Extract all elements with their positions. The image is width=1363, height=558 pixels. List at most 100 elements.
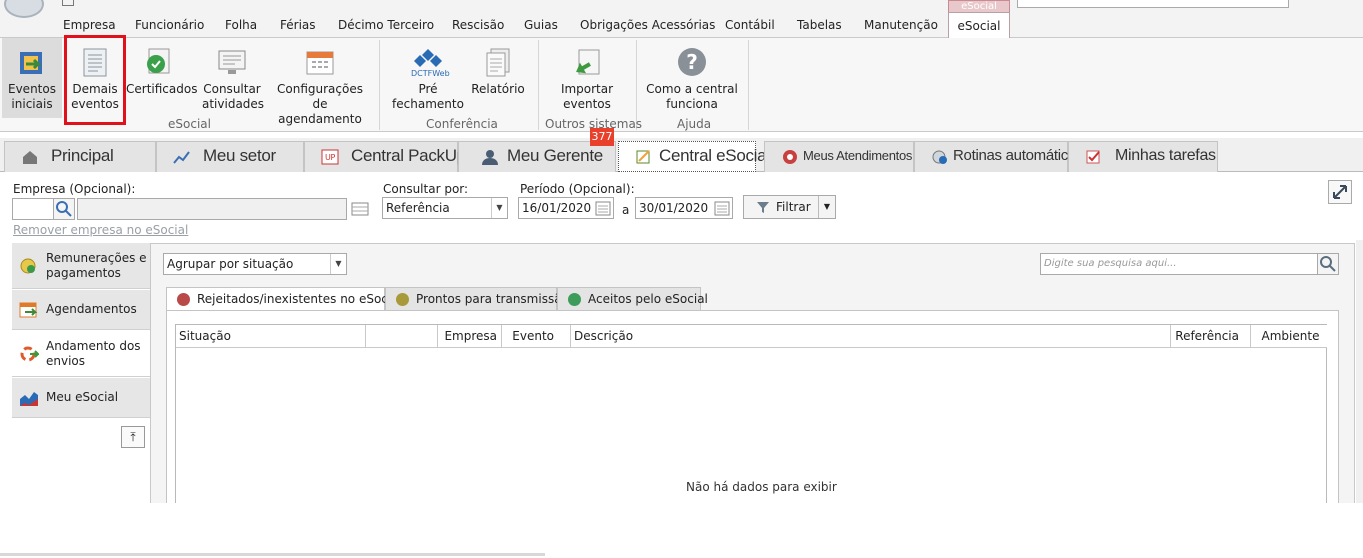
menu-esocial[interactable]: eSocial: [948, 12, 1010, 39]
filtrar-button[interactable]: Filtrar ▼: [743, 195, 836, 219]
consultar-select[interactable]: Referência ▼: [382, 197, 508, 219]
menu-obrigacoes[interactable]: Obrigações Acessórias: [580, 18, 715, 32]
tab-principal[interactable]: Principal: [4, 141, 156, 172]
column-blank[interactable]: [366, 325, 438, 348]
calendar-icon[interactable]: [593, 198, 613, 218]
periodo-label: Período (Opcional):: [520, 182, 635, 196]
menu-empresa[interactable]: Empresa: [63, 18, 116, 32]
remover-empresa-link[interactable]: Remover empresa no eSocial: [13, 223, 188, 237]
group-separator: [538, 40, 539, 130]
app-logo-icon[interactable]: [4, 0, 44, 18]
table-icon[interactable]: [350, 200, 370, 218]
notification-badge: 377: [590, 128, 614, 146]
configuracoes-agendamento-button[interactable]: Configurações de agendamento: [272, 38, 368, 126]
relatorio-button[interactable]: Relatório: [470, 38, 526, 118]
agrupar-select[interactable]: Agrupar por situação ▼: [163, 253, 347, 275]
tab-meus-atendimentos-label: Meus Atendimentos: [803, 148, 913, 163]
calendar-icon[interactable]: [712, 198, 732, 218]
calendar-arrow-icon: [19, 302, 38, 317]
tab-central-esocial[interactable]: Central eSocial: [618, 141, 770, 172]
nav-agendamentos[interactable]: Agendamentos: [12, 290, 150, 330]
certificate-icon: [147, 48, 170, 74]
tab-meu-setor[interactable]: Meu setor: [156, 141, 304, 172]
column-empresa[interactable]: Empresa: [438, 325, 502, 348]
group-separator: [748, 40, 749, 130]
bottom-area: [0, 503, 1363, 558]
area-chart-icon: [20, 391, 38, 406]
search-input[interactable]: Digite sua pesquisa aqui...: [1040, 253, 1318, 275]
tab-rejeitados[interactable]: Rejeitados/inexistentes no eSocial: [166, 287, 402, 311]
date-to-input[interactable]: 30/01/2020: [635, 197, 733, 219]
report-icon: [486, 48, 510, 77]
esocial-icon: [636, 150, 650, 164]
menu-contabil[interactable]: Contábil: [725, 18, 775, 32]
group-label-ajuda: Ajuda: [677, 117, 712, 131]
menu-tabelas[interactable]: Tabelas: [797, 18, 842, 32]
date-to-value: 30/01/2020: [639, 201, 709, 215]
gear-clock-icon: [932, 150, 947, 164]
collapse-panel-button[interactable]: ⤒: [121, 426, 145, 448]
date-from-value: 16/01/2020: [522, 201, 592, 215]
nav-andamento-envios-label: Andamento dos envios: [46, 338, 141, 368]
filtrar-label: Filtrar: [776, 200, 811, 214]
status-dot-yellow: [396, 293, 409, 306]
empresa-search-button[interactable]: [53, 198, 75, 220]
tab-central-esocial-label: Central eSocial: [659, 146, 770, 165]
nav-meu-esocial[interactable]: Meu eSocial: [12, 378, 150, 418]
nav-remuneracoes-label: Remunerações e pagamentos: [46, 250, 147, 280]
tab-prontos-label: Prontos para transmissão: [416, 292, 569, 306]
importar-eventos-label: Importar eventos: [560, 82, 614, 111]
column-ambiente[interactable]: Ambiente: [1251, 325, 1327, 348]
tab-minhas-tarefas[interactable]: Minhas tarefas: [1068, 141, 1218, 172]
top-search-input[interactable]: [1017, 0, 1289, 8]
expand-button[interactable]: [1328, 180, 1352, 204]
column-evento[interactable]: Evento: [502, 325, 571, 348]
certificados-button[interactable]: Certificados: [126, 38, 197, 118]
menu-manutencao[interactable]: Manutenção: [864, 18, 938, 32]
nav-meu-esocial-label: Meu eSocial: [46, 390, 119, 404]
events-grid: Situação Empresa Evento Descrição Referê…: [175, 324, 1327, 506]
svg-text:?: ?: [686, 50, 698, 74]
bottom-scroll-track: [0, 553, 545, 556]
tab-central-packup[interactable]: UP Central PackUp: [304, 141, 466, 172]
main-tabs: Principal Meu setor UP Central PackUp Me…: [0, 138, 1363, 172]
como-funciona-button[interactable]: ? Como a central funciona: [646, 38, 738, 118]
tab-aceitos[interactable]: Aceitos pelo eSocial: [557, 287, 708, 311]
group-label-esocial: eSocial: [168, 117, 211, 131]
importar-eventos-button[interactable]: Importar eventos: [556, 38, 618, 118]
menu-guias[interactable]: Guias: [524, 18, 558, 32]
menu-folha[interactable]: Folha: [225, 18, 257, 32]
tab-prontos[interactable]: Prontos para transmissão: [385, 287, 569, 311]
consultar-atividades-button[interactable]: Consultar atividades: [202, 38, 264, 118]
import-icon: [576, 49, 600, 75]
window-restore-icon[interactable]: [62, 0, 74, 6]
right-edge: [1356, 240, 1363, 503]
group-separator: [379, 40, 380, 130]
nav-remuneracoes[interactable]: Remunerações e pagamentos: [12, 243, 150, 289]
chevron-down-icon[interactable]: ▼: [818, 196, 835, 218]
tab-rejeitados-label: Rejeitados/inexistentes no eSocial: [197, 292, 402, 306]
menu-ferias[interactable]: Férias: [280, 18, 316, 32]
column-referencia[interactable]: Referência: [1171, 325, 1251, 348]
tab-rotinas-automaticas[interactable]: Rotinas automáticas: [914, 141, 1084, 172]
column-descricao[interactable]: Descrição: [571, 325, 1171, 348]
checkbox-icon: [1086, 150, 1100, 164]
eventos-iniciais-button[interactable]: Eventos iniciais: [2, 38, 62, 118]
ribbon: Eventos iniciais Demais eventos Certific…: [0, 38, 1363, 132]
search-button[interactable]: [1317, 253, 1339, 275]
search-icon: [56, 201, 72, 217]
menu-rescisao[interactable]: Rescisão: [452, 18, 504, 32]
nav-andamento-envios[interactable]: Andamento dos envios: [12, 331, 150, 377]
tab-meu-setor-label: Meu setor: [203, 146, 276, 165]
menu-decimo-terceiro[interactable]: Décimo Terceiro: [338, 18, 434, 32]
date-from-input[interactable]: 16/01/2020: [518, 197, 614, 219]
empresa-code-input[interactable]: [12, 198, 54, 220]
menu-funcionario[interactable]: Funcionário: [135, 18, 204, 32]
column-situacao[interactable]: Situação: [176, 325, 366, 348]
pre-fechamento-button[interactable]: Pré fechamento: [388, 38, 468, 118]
relatorio-label: Relatório: [471, 82, 525, 96]
tab-aceitos-label: Aceitos pelo eSocial: [588, 292, 708, 306]
tab-meus-atendimentos[interactable]: Meus Atendimentos: [764, 141, 914, 172]
dctfweb-label: DCTFWeb: [411, 69, 450, 78]
left-panel: Remunerações e pagamentos Agendamentos A…: [12, 243, 150, 503]
